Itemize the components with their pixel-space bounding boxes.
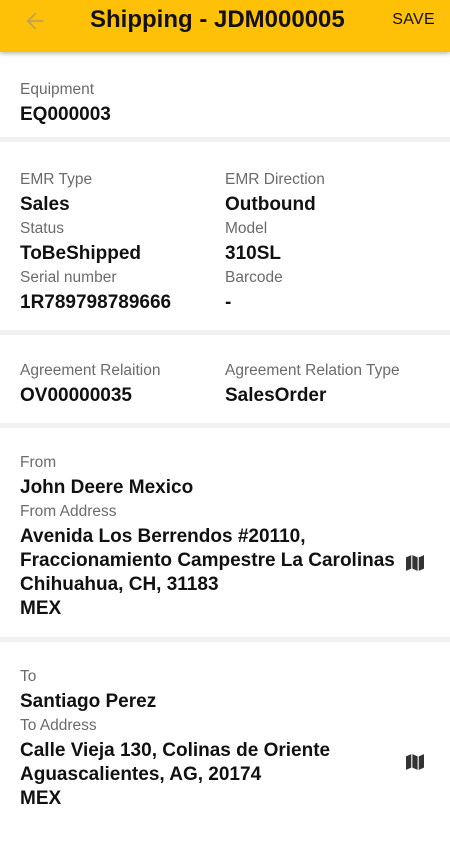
to-address: Calle Vieja 130, Colinas de Oriente Agua… <box>20 739 430 811</box>
equipment-card: Equipment EQ000003 <box>0 52 450 142</box>
serial-value: 1R789798789666 <box>20 292 172 313</box>
agreement-grid: Agreement Relaition OV00000035 Agreement… <box>20 359 430 408</box>
model-cell: Model 310SL <box>225 217 430 266</box>
emr-direction-label: EMR Direction <box>225 171 325 188</box>
from-address-line: Chihuahua, CH, 31183 <box>20 574 219 595</box>
emr-type-cell: EMR Type Sales <box>20 168 225 217</box>
back-arrow-icon[interactable] <box>22 8 48 34</box>
equipment-value: EQ000003 <box>20 104 111 125</box>
barcode-value: - <box>225 292 232 313</box>
emr-type-value: Sales <box>20 194 70 215</box>
model-label: Model <box>225 220 268 237</box>
agreement-relation-cell: Agreement Relaition OV00000035 <box>20 359 225 408</box>
page-title: Shipping - JDM000005 <box>90 6 345 33</box>
from-address: Avenida Los Berrendos #20110, Fraccionam… <box>20 525 430 621</box>
from-label: From <box>20 454 57 471</box>
model-value: 310SL <box>225 243 281 264</box>
from-address-label: From Address <box>20 503 117 520</box>
status-value: ToBeShipped <box>20 243 142 264</box>
barcode-cell: Barcode - <box>225 266 430 315</box>
save-button[interactable]: SAVE <box>392 11 435 29</box>
to-map-icon[interactable] <box>406 754 424 770</box>
agreement-relation-type-cell: Agreement Relation Type SalesOrder <box>225 359 430 408</box>
status-cell: Status ToBeShipped <box>20 217 225 266</box>
to-label: To <box>20 668 37 685</box>
emr-direction-cell: EMR Direction Outbound <box>225 168 430 217</box>
agreement-relation-type-value: SalesOrder <box>225 385 327 406</box>
serial-label: Serial number <box>20 269 117 286</box>
to-address-line: Aguascalientes, AG, 20174 <box>20 764 262 785</box>
from-name: John Deere Mexico <box>20 477 194 498</box>
agreement-relation-type-label: Agreement Relation Type <box>225 362 400 379</box>
agreement-card: Agreement Relaition OV00000035 Agreement… <box>0 335 450 428</box>
app-bar: Shipping - JDM000005 SAVE <box>0 0 450 52</box>
agreement-relation-value: OV00000035 <box>20 385 132 406</box>
to-card: To Santiago Perez To Address Calle Vieja… <box>0 642 450 842</box>
from-map-icon[interactable] <box>406 555 424 571</box>
from-address-line: MEX <box>20 598 62 619</box>
from-address-line: Fraccionamiento Campestre La Carolinas <box>20 550 395 571</box>
details-grid: EMR Type Sales EMR Direction Outbound St… <box>20 168 430 315</box>
to-address-label: To Address <box>20 717 97 734</box>
barcode-label: Barcode <box>225 269 283 286</box>
from-address-line: Avenida Los Berrendos #20110, <box>20 526 306 547</box>
to-address-line: Calle Vieja 130, Colinas de Oriente <box>20 740 331 761</box>
to-name: Santiago Perez <box>20 691 157 712</box>
content: Equipment EQ000003 EMR Type Sales EMR Di… <box>0 52 450 842</box>
from-card: From John Deere Mexico From Address Aven… <box>0 428 450 642</box>
details-card: EMR Type Sales EMR Direction Outbound St… <box>0 142 450 335</box>
emr-direction-value: Outbound <box>225 194 316 215</box>
to-address-line: MEX <box>20 788 62 809</box>
emr-type-label: EMR Type <box>20 171 93 188</box>
serial-cell: Serial number 1R789798789666 <box>20 266 225 315</box>
agreement-relation-label: Agreement Relaition <box>20 362 161 379</box>
status-label: Status <box>20 220 64 237</box>
equipment-label: Equipment <box>20 81 95 98</box>
